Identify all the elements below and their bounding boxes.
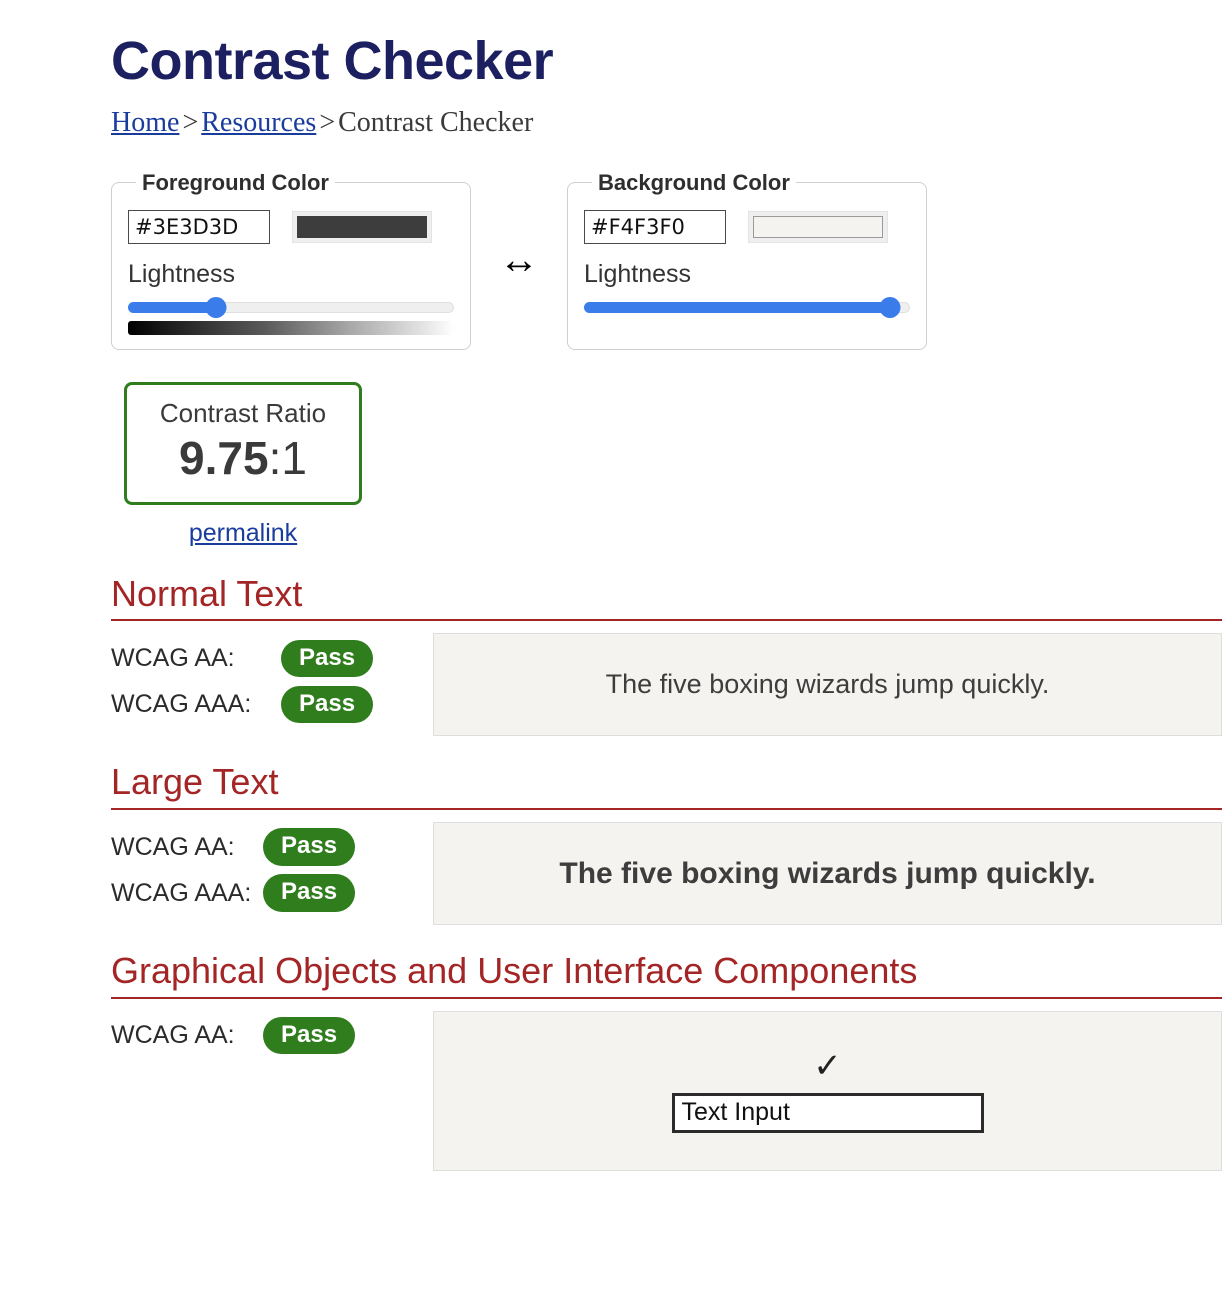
breadcrumb-link-home[interactable]: Home [111, 107, 179, 138]
checkmark-icon: ✓ [813, 1046, 842, 1085]
slider-thumb[interactable] [205, 296, 227, 318]
section-heading: Large Text [111, 761, 279, 803]
section-rule [111, 619, 1222, 622]
section-body: WCAG AA: Pass WCAG AAA: Pass The five bo… [0, 822, 1222, 926]
section-body: WCAG AA: Pass WCAG AAA: Pass The five bo… [0, 633, 1222, 737]
background-hex-row: #F4F3F0 [584, 209, 910, 244]
foreground-swatch-fill [297, 215, 427, 238]
contrast-ratio-suffix: :1 [268, 432, 307, 485]
slider-thumb[interactable] [879, 296, 901, 318]
permalink-link[interactable]: permalink [124, 519, 362, 548]
foreground-color-fieldset: Foreground Color #3E3D3D Lightness [111, 169, 471, 350]
criterion-label: WCAG AA: [111, 832, 235, 861]
section-heading: Graphical Objects and User Interface Com… [111, 950, 918, 992]
background-swatch-fill [753, 215, 883, 238]
page-title: Contrast Checker [111, 31, 554, 91]
status-badge: Pass [263, 1016, 356, 1055]
foreground-color-legend: Foreground Color [142, 169, 329, 195]
criterion-row: WCAG AAA: Pass [111, 870, 433, 916]
foreground-lightness-gradient [128, 320, 454, 335]
breadcrumb-separator: > [319, 107, 336, 139]
foreground-lightness-label: Lightness [128, 259, 236, 288]
sample-graphical-objects: ✓ Text Input [433, 1010, 1222, 1171]
criterion-row: WCAG AA: Pass [111, 1013, 433, 1059]
background-color-swatch[interactable] [748, 210, 888, 243]
sample-text-input[interactable]: Text Input [671, 1092, 984, 1133]
criterion-row: WCAG AAA: Pass [111, 681, 433, 727]
contrast-ratio-value: 9.75:1 [127, 433, 359, 484]
section-graphical-objects: Graphical Objects and User Interface Com… [0, 951, 1222, 1171]
background-hex-input[interactable]: #F4F3F0 [584, 209, 726, 244]
slider-fill [584, 301, 891, 313]
background-lightness-slider[interactable] [584, 296, 910, 318]
background-lightness-gradient [584, 321, 910, 335]
criterion-row: WCAG AA: Pass [111, 635, 433, 681]
section-normal-text: Normal Text WCAG AA: Pass WCAG AAA: Pass… [0, 574, 1222, 737]
foreground-hex-row: #3E3D3D [128, 209, 454, 244]
breadcrumb-current: Contrast Checker [338, 107, 534, 139]
status-badge: Pass [263, 828, 356, 866]
swap-horizontal-icon[interactable]: ↔ [471, 240, 567, 280]
section-large-text: Large Text WCAG AA: Pass WCAG AAA: Pass … [0, 761, 1222, 926]
section-rule [111, 996, 1222, 999]
status-badge: Pass [281, 639, 374, 678]
color-picker-row: Foreground Color #3E3D3D Lightness ↔ Bac… [0, 140, 1222, 350]
foreground-hex-input[interactable]: #3E3D3D [128, 209, 270, 244]
contrast-ratio-number: 9.75 [179, 432, 269, 485]
breadcrumb: Home > Resources > Contrast Checker [0, 92, 1222, 140]
contrast-ratio-label: Contrast Ratio [159, 397, 327, 428]
criteria-list: WCAG AA: Pass WCAG AAA: Pass [111, 822, 433, 916]
section-heading: Normal Text [111, 572, 303, 614]
criterion-row: WCAG AA: Pass [111, 824, 433, 870]
section-rule [111, 808, 1222, 811]
status-badge: Pass [263, 874, 356, 912]
background-color-legend: Background Color [598, 169, 790, 195]
breadcrumb-link-resources[interactable]: Resources [201, 107, 316, 138]
criterion-label: WCAG AA: [111, 643, 235, 672]
criterion-label: WCAG AA: [111, 1021, 235, 1050]
foreground-color-swatch[interactable] [292, 210, 432, 243]
contrast-checker-page: Contrast Checker Home > Resources > Contrast… [0, 0, 1222, 1171]
criteria-list: WCAG AA: Pass WCAG AAA: Pass [111, 633, 433, 727]
criterion-label: WCAG AAA: [111, 878, 252, 907]
criteria-list: WCAG AA: Pass [111, 1011, 433, 1059]
sample-text-large: The five boxing wizards jump quickly. [433, 822, 1222, 926]
status-badge: Pass [281, 685, 374, 724]
background-lightness-label: Lightness [584, 259, 692, 288]
slider-fill [128, 301, 217, 313]
background-color-fieldset: Background Color #F4F3F0 Lightness [567, 169, 927, 350]
foreground-lightness-slider[interactable] [128, 296, 454, 318]
breadcrumb-separator: > [182, 107, 199, 139]
contrast-ratio-area: Contrast Ratio 9.75:1 permalink [0, 381, 1222, 548]
sample-text-normal: The five boxing wizards jump quickly. [433, 633, 1222, 737]
criterion-label: WCAG AAA: [111, 689, 252, 718]
section-body: WCAG AA: Pass ✓ Text Input [0, 1010, 1222, 1171]
contrast-ratio-box: Contrast Ratio 9.75:1 [124, 381, 362, 505]
